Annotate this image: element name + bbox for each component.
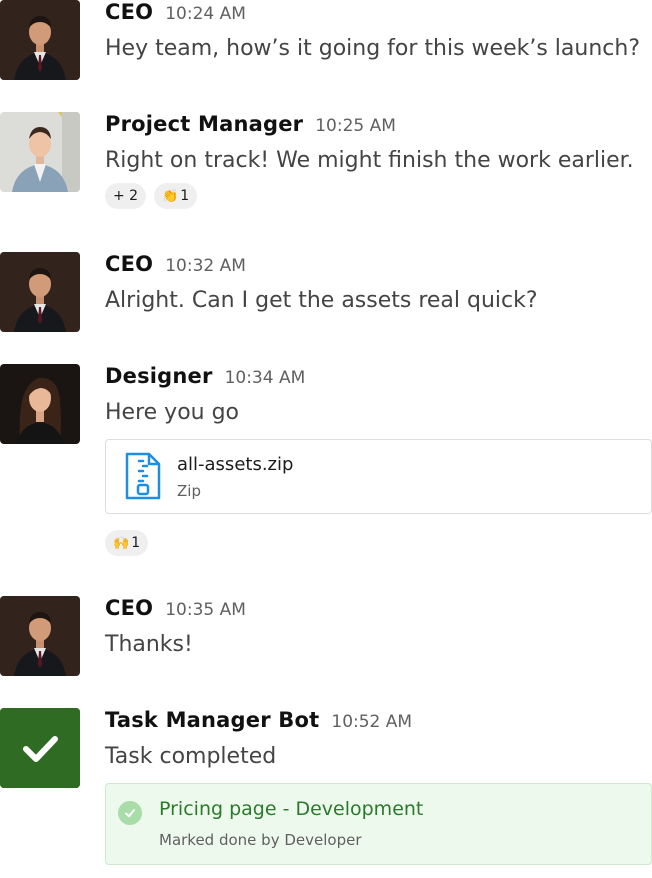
reaction-count: 1	[180, 188, 190, 204]
author-name[interactable]: Designer	[105, 364, 213, 388]
task-status: Marked done by Developer	[159, 831, 362, 849]
checkmark-icon	[0, 708, 80, 788]
clap-emoji-icon: 👏	[162, 188, 179, 204]
avatar-designer[interactable]	[0, 364, 80, 444]
reaction-count: 1	[131, 535, 141, 551]
message-text: Right on track! We might finish the work…	[105, 148, 634, 173]
file-attachment[interactable]: all-assets.zip Zip	[105, 439, 652, 514]
avatar-ceo[interactable]	[0, 596, 80, 676]
timestamp[interactable]: 10:52 AM	[331, 712, 412, 732]
task-card[interactable]: Pricing page - Development Marked done b…	[105, 783, 652, 865]
raised-hands-emoji-icon: 🙌	[113, 535, 130, 551]
reaction-plus-two[interactable]: + 2	[105, 183, 147, 209]
author-name[interactable]: CEO	[105, 0, 153, 24]
zip-file-icon	[124, 451, 162, 505]
reactions: + 2 👏 1	[105, 183, 652, 209]
message-text: Here you go	[105, 400, 240, 425]
author-name[interactable]: Project Manager	[105, 112, 303, 136]
check-circle-icon	[118, 801, 142, 825]
author-name[interactable]: CEO	[105, 252, 153, 276]
reactions: 🙌 1	[105, 530, 652, 556]
reaction-clap[interactable]: 👏 1	[154, 183, 198, 209]
message-text: Task completed	[105, 744, 277, 769]
avatar-ceo[interactable]	[0, 252, 80, 332]
message-text: Hey team, how’s it going for this week’s…	[105, 36, 640, 61]
timestamp[interactable]: 10:24 AM	[165, 4, 246, 24]
message-text: Alright. Can I get the assets real quick…	[105, 288, 538, 313]
timestamp[interactable]: 10:32 AM	[165, 256, 246, 276]
reaction-count: + 2	[113, 188, 139, 204]
file-type: Zip	[177, 482, 201, 500]
avatar-ceo[interactable]	[0, 0, 80, 80]
avatar-task-manager-bot[interactable]	[0, 708, 80, 788]
timestamp[interactable]: 10:34 AM	[225, 368, 306, 388]
file-name[interactable]: all-assets.zip	[177, 454, 293, 475]
avatar-project-manager[interactable]	[0, 112, 80, 192]
timestamp[interactable]: 10:35 AM	[165, 600, 246, 620]
reaction-raised-hands[interactable]: 🙌 1	[105, 530, 149, 556]
task-title[interactable]: Pricing page - Development	[159, 798, 423, 820]
author-name[interactable]: CEO	[105, 596, 153, 620]
timestamp[interactable]: 10:25 AM	[315, 116, 396, 136]
author-name[interactable]: Task Manager Bot	[105, 708, 319, 732]
message-text: Thanks!	[105, 632, 193, 657]
